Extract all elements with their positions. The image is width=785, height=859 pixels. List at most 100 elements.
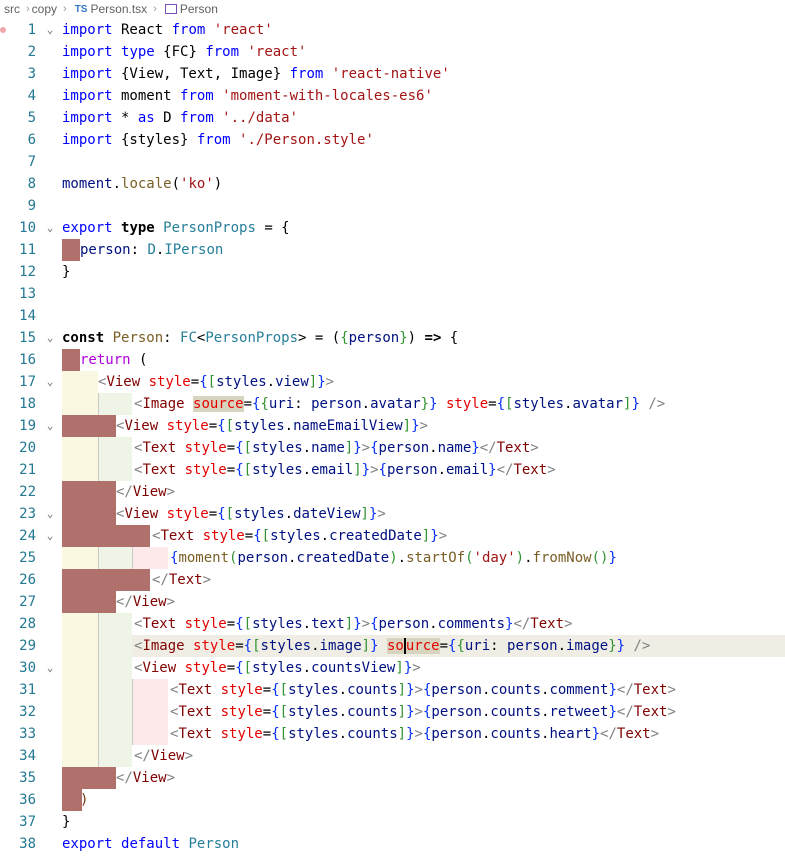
code-token: 'moment-with-locales-es6' <box>213 88 433 104</box>
breadcrumb-item-file[interactable]: Person.tsx <box>90 2 147 16</box>
code-token: > <box>547 462 556 478</box>
code-line[interactable] <box>62 195 785 217</box>
code-token: </ <box>496 462 514 478</box>
code-line[interactable]: } <box>62 811 785 833</box>
code-line[interactable]: ) <box>62 789 785 811</box>
code-token: { <box>253 528 262 544</box>
code-line[interactable]: </Text> <box>62 569 785 591</box>
fold-chevron-icon[interactable]: ⌄ <box>44 657 56 679</box>
line-number: 4 <box>27 88 36 104</box>
code-line[interactable]: <Text style={[styles.counts]}>{person.co… <box>62 679 785 701</box>
code-token: ( <box>171 176 181 192</box>
code-token: urce <box>403 638 440 654</box>
code-line[interactable]: export type PersonProps = { <box>62 217 785 239</box>
code-token: : <box>130 242 148 258</box>
code-token: view <box>275 374 309 390</box>
code-token: </ <box>134 748 151 764</box>
code-token: . <box>311 638 320 654</box>
code-line[interactable]: <View style={[styles.view]}> <box>62 371 785 393</box>
code-line[interactable]: } <box>62 261 785 283</box>
code-token: PersonProps <box>205 330 299 346</box>
code-token: } <box>488 462 497 478</box>
code-token: image <box>566 638 609 654</box>
code-token: [ <box>243 462 253 478</box>
line-number: 18 <box>19 396 36 412</box>
code-line[interactable]: <View style={[styles.dateView]}> <box>62 503 785 525</box>
code-line[interactable]: import {View, Text, Image} from 'react-n… <box>62 63 785 85</box>
code-line[interactable]: <Text style={[styles.name]}>{person.name… <box>62 437 785 459</box>
code-token: style <box>166 418 209 434</box>
code-token: { <box>217 506 226 522</box>
code-editor[interactable]: 1 ⌄ 2 3 4 5 6 7 8 9 10 ⌄ 11 12 13 14 15 ⌄ 16 17 ⌄ 18 19 ⌄ 20 21 22… <box>0 19 785 859</box>
code-line[interactable] <box>62 283 785 305</box>
code-line[interactable]: import React from 'react' <box>62 19 785 41</box>
code-line[interactable]: <Image source={{uri: person.avatar}} sty… <box>62 393 785 415</box>
fold-chevron-icon[interactable]: ⌄ <box>44 415 56 437</box>
code-area[interactable]: import React from 'react' import type {FC… <box>62 19 785 859</box>
code-line[interactable]: import {styles} from './Person.style' <box>62 129 785 151</box>
code-line[interactable]: <Text style={[styles.counts]}>{person.co… <box>62 723 785 745</box>
code-token: uri <box>268 396 295 412</box>
code-line[interactable]: person: D.IPerson <box>62 239 785 261</box>
breadcrumb-item-symbol[interactable]: Person <box>180 2 218 16</box>
code-line[interactable]: </View> <box>62 481 785 503</box>
code-token: View <box>132 770 167 786</box>
code-token: . <box>557 638 567 654</box>
fold-chevron-icon[interactable]: ⌄ <box>44 327 56 349</box>
code-line[interactable]: {moment(person.createdDate).startOf('day… <box>62 547 785 569</box>
code-token: Text <box>142 440 177 456</box>
code-line[interactable]: import type {FC} from 'react' <box>62 41 785 63</box>
code-token: Text <box>530 616 565 632</box>
line-number: 26 <box>19 572 36 588</box>
fold-chevron-icon[interactable]: ⌄ <box>44 217 56 239</box>
symbol-icon <box>164 4 177 14</box>
code-token: } <box>406 726 415 742</box>
code-line[interactable]: <Image style={[styles.image]} so urce={{u… <box>62 635 785 657</box>
indent-guide <box>98 745 132 767</box>
code-line[interactable]: import * as D from '../data' <box>62 107 785 129</box>
code-token: type <box>121 44 155 60</box>
code-token: style <box>220 704 263 720</box>
fold-chevron-icon[interactable]: ⌄ <box>44 371 56 393</box>
code-token: } <box>631 396 640 412</box>
fold-chevron-icon[interactable]: ⌄ <box>44 19 56 41</box>
code-token: 'react' <box>205 22 273 38</box>
code-line[interactable]: <Text style={[styles.email]}>{person.ema… <box>62 459 785 481</box>
code-line[interactable]: <Text style={[styles.counts]}>{person.co… <box>62 701 785 723</box>
code-token: default <box>121 836 181 852</box>
breadcrumb-item-src[interactable]: src <box>0 2 20 16</box>
code-line[interactable]: </View> <box>62 591 785 613</box>
code-line[interactable]: moment.locale('ko') <box>62 173 785 195</box>
line-number: 6 <box>27 132 36 148</box>
code-token: </ <box>116 770 133 786</box>
code-token: style <box>184 660 227 676</box>
code-line[interactable]: <Text style={[styles.text]}>{person.comm… <box>62 613 785 635</box>
fold-chevron-icon[interactable]: ⌄ <box>44 525 56 547</box>
code-line[interactable]: </View> <box>62 745 785 767</box>
code-line[interactable]: return ( <box>62 349 785 371</box>
code-token: > <box>564 616 573 632</box>
breakpoint-hint-icon[interactable] <box>0 27 6 33</box>
fold-chevron-icon[interactable]: ⌄ <box>44 503 56 525</box>
code-line[interactable]: import moment from 'moment-with-locales-… <box>62 85 785 107</box>
code-line[interactable]: <View style={[styles.nameEmailView]}> <box>62 415 785 437</box>
breadcrumb-item-copy[interactable]: copy <box>32 2 57 16</box>
code-line[interactable]: <Text style={[styles.createdDate]}> <box>62 525 785 547</box>
code-line[interactable]: export default Person <box>62 833 785 855</box>
line-number: 22 <box>19 484 36 500</box>
code-line[interactable]: </View> <box>62 767 785 789</box>
line-number-gutter: 1 ⌄ 2 3 4 5 6 7 8 9 10 ⌄ 11 12 13 14 15 ⌄ 16 17 ⌄ 18 19 ⌄ 20 21 22… <box>0 19 62 859</box>
code-line[interactable]: const Person: FC<PersonProps> = ({person… <box>62 327 785 349</box>
indentation-error-marker <box>62 525 150 547</box>
code-token: > <box>202 572 212 588</box>
indent-guide-line <box>98 437 99 459</box>
code-token: ) <box>80 792 89 808</box>
code-line[interactable] <box>62 151 785 173</box>
code-line[interactable] <box>62 305 785 327</box>
code-token: person <box>311 396 362 412</box>
code-line[interactable]: <View style={[styles.countsView]}> <box>62 657 785 679</box>
